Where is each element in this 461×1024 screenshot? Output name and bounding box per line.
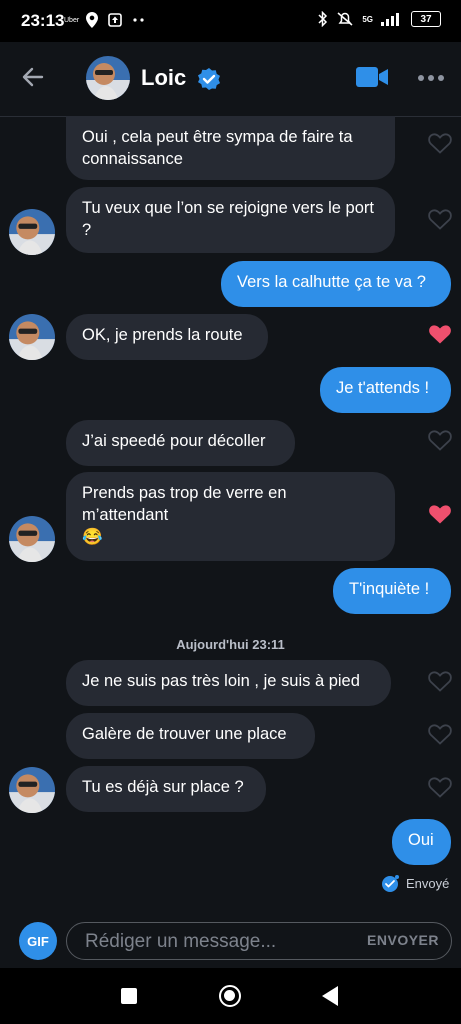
network-label: 5G: [362, 14, 373, 24]
message-incoming[interactable]: Tu veux que l’on se rejoigne vers le por…: [66, 187, 395, 253]
sent-check-icon: [382, 875, 399, 892]
heart-icon[interactable]: [428, 503, 452, 525]
upload-icon: [108, 13, 122, 27]
message-incoming[interactable]: Galère de trouver une place: [66, 713, 315, 759]
video-call-icon[interactable]: [356, 67, 388, 87]
heart-icon[interactable]: [428, 208, 452, 230]
back-arrow-icon[interactable]: [22, 66, 44, 88]
message-outgoing[interactable]: Je t'attends !: [320, 367, 451, 413]
avatar[interactable]: [9, 209, 55, 255]
message-incoming[interactable]: Tu es déjà sur place ?: [66, 766, 266, 812]
message-outgoing[interactable]: Vers la calhutte ça te va ?: [221, 261, 451, 307]
laughing-emoji: 😂: [82, 528, 103, 546]
heart-icon[interactable]: [428, 132, 452, 154]
message-input[interactable]: [83, 929, 347, 955]
nav-back-button[interactable]: [322, 986, 338, 1006]
avatar[interactable]: [86, 56, 130, 100]
heart-icon[interactable]: [428, 776, 452, 798]
heart-icon[interactable]: [428, 723, 452, 745]
signal-icon: [381, 13, 399, 26]
mute-icon: [337, 12, 353, 26]
system-nav-bar: [0, 968, 461, 1024]
avatar[interactable]: [9, 767, 55, 813]
message-incoming[interactable]: Je ne suis pas très loin , je suis à pie…: [66, 660, 391, 706]
heart-icon[interactable]: [428, 670, 452, 692]
day-separator: Aujourd'hui 23:11: [176, 637, 285, 652]
home-button[interactable]: [219, 985, 241, 1007]
avatar[interactable]: [9, 516, 55, 562]
recent-apps-button[interactable]: [121, 988, 137, 1004]
status-bar: 23:13 Uber 5G 37: [0, 0, 461, 42]
message-incoming[interactable]: Prends pas trop de verre en m’attendant …: [66, 472, 395, 561]
heart-icon[interactable]: [428, 323, 452, 345]
more-status-icon: [133, 18, 144, 22]
message-incoming[interactable]: Oui , cela peut être sympa de faire ta c…: [66, 116, 395, 180]
more-icon[interactable]: [418, 75, 444, 81]
send-button[interactable]: ENVOYER: [367, 932, 439, 948]
message-input-box: ENVOYER: [66, 922, 452, 960]
avatar[interactable]: [9, 314, 55, 360]
chat-header: Loic: [0, 42, 461, 117]
status-uber-label: Uber: [64, 17, 80, 24]
message-incoming[interactable]: OK, je prends la route: [66, 314, 268, 360]
bluetooth-icon: [318, 11, 328, 27]
message-outgoing[interactable]: T'inquiète !: [333, 568, 451, 614]
contact-name[interactable]: Loic: [141, 65, 186, 91]
message-composer: GIF ENVOYER: [0, 910, 461, 968]
sent-status: Envoyé: [381, 874, 449, 893]
verified-icon: [198, 68, 220, 90]
message-incoming[interactable]: J’ai speedé pour décoller: [66, 420, 295, 466]
gif-button[interactable]: GIF: [19, 922, 57, 960]
heart-icon[interactable]: [428, 429, 452, 451]
battery-indicator: 37: [411, 11, 441, 27]
location-icon: [86, 12, 98, 28]
status-time: 23:13: [21, 11, 65, 30]
message-outgoing[interactable]: Oui: [392, 819, 451, 865]
